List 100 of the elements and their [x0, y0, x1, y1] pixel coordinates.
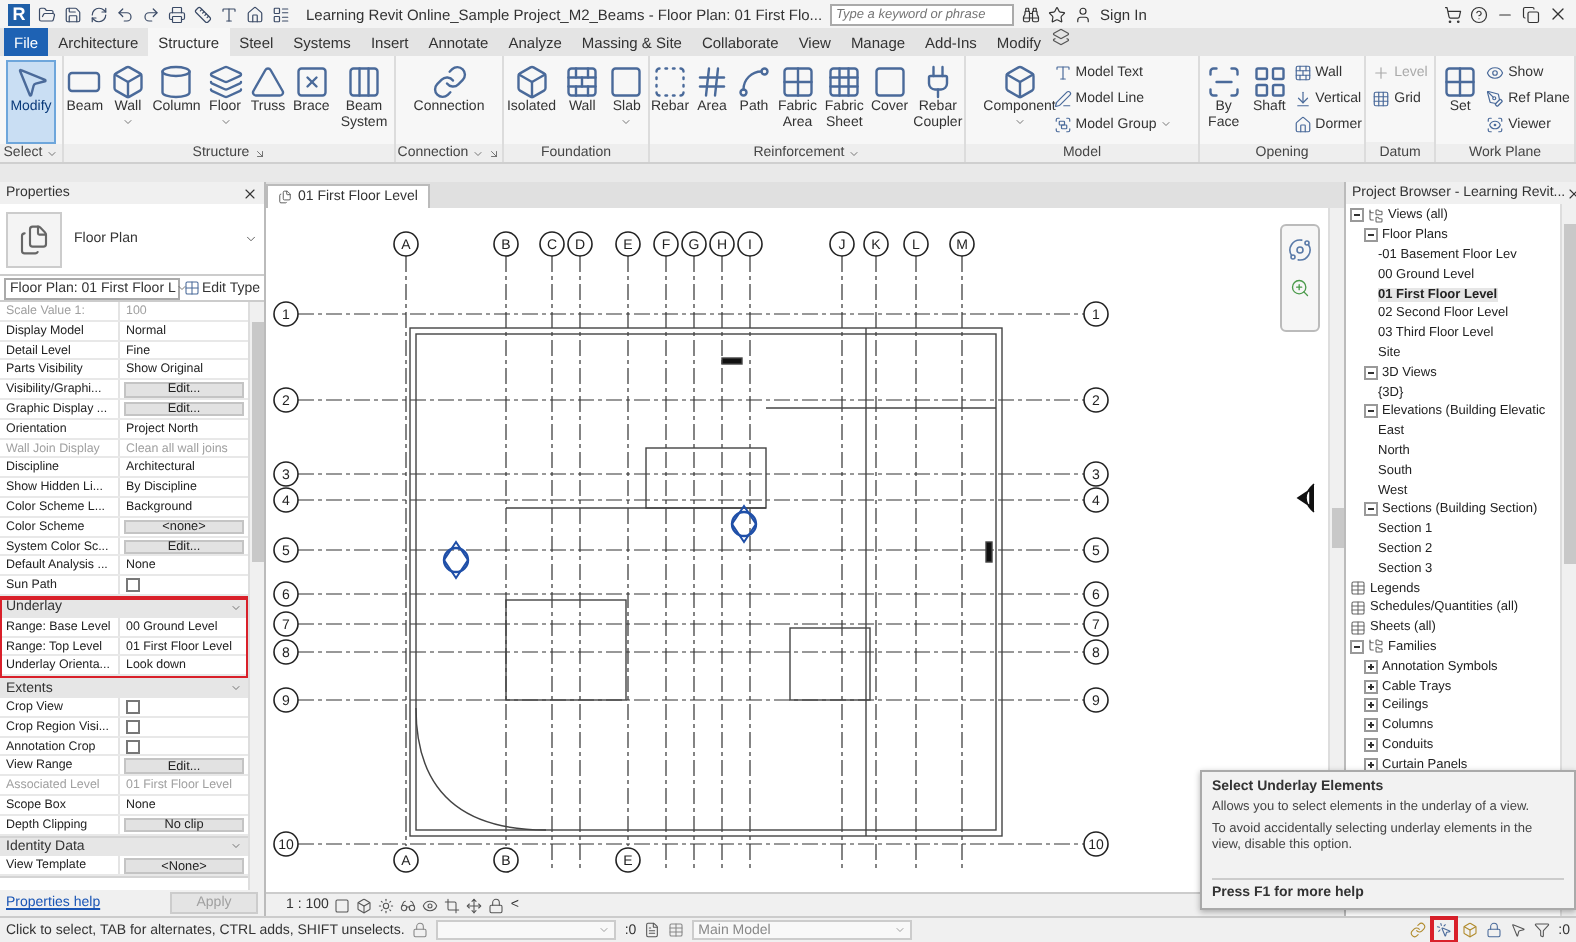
expand-icon[interactable] [1364, 698, 1378, 713]
lock-icon[interactable] [488, 897, 505, 913]
grid-icon [1442, 64, 1479, 100]
glasses-icon[interactable] [400, 897, 417, 913]
group-icon [1053, 115, 1072, 133]
sync-icon[interactable] [90, 5, 108, 23]
expand-icon[interactable] [1364, 737, 1378, 752]
scan-icon [1205, 64, 1242, 100]
navigation-bar[interactable] [1280, 224, 1320, 332]
table-icon [1350, 619, 1366, 636]
eye-icon[interactable] [422, 897, 439, 913]
caret-icon [1160, 118, 1173, 130]
binoculars-icon[interactable] [1022, 5, 1041, 23]
app-logo[interactable]: R [8, 3, 30, 25]
pen-icon [1053, 89, 1072, 107]
close-icon[interactable] [242, 185, 258, 201]
caret-icon [894, 924, 907, 936]
layers-icon [207, 64, 244, 100]
crossed-square-icon [293, 64, 330, 100]
folder-tree-icon [1368, 207, 1384, 224]
collapse-icon[interactable] [1350, 208, 1364, 223]
lock-icon[interactable] [1486, 922, 1503, 938]
redo-icon[interactable] [142, 5, 160, 23]
steering-wheel-icon[interactable] [1288, 238, 1312, 262]
box-icon [109, 64, 146, 100]
caret-icon [598, 924, 611, 936]
checkbox[interactable] [126, 699, 140, 714]
ruler-icon[interactable] [194, 5, 212, 23]
folder-tree-icon [1368, 638, 1384, 655]
cylinder-icon [158, 64, 195, 100]
caret-icon [121, 115, 134, 127]
house-icon[interactable] [246, 5, 264, 23]
spline-icon [736, 64, 772, 100]
document-icon[interactable] [644, 922, 661, 938]
link-icon [431, 64, 467, 100]
box-icon[interactable] [356, 897, 373, 913]
collapse-icon[interactable] [1364, 502, 1378, 517]
print-icon[interactable] [168, 5, 186, 23]
floor-plan-icon [18, 223, 50, 255]
box-icon [1001, 64, 1038, 100]
caret-icon [219, 115, 232, 127]
collapse-icon[interactable] [1364, 228, 1378, 243]
box-icon [513, 64, 550, 100]
square-icon [608, 64, 645, 100]
caret-icon [620, 115, 633, 127]
save-icon[interactable] [64, 5, 82, 23]
eye-icon [1486, 115, 1505, 133]
cart-icon[interactable] [1444, 5, 1462, 23]
elevation-marker-icon [1297, 483, 1315, 513]
elevation-marker-icon [442, 540, 470, 580]
dialog-launcher-icon[interactable] [253, 147, 266, 159]
sun-icon[interactable] [378, 897, 395, 913]
user-icon[interactable] [1074, 5, 1093, 23]
house-icon [1293, 115, 1312, 133]
collapse-icon[interactable] [1364, 365, 1378, 380]
list-icon[interactable] [272, 5, 290, 23]
open-folder-icon[interactable] [38, 5, 56, 23]
floor-plan-icon [278, 190, 292, 204]
checkbox[interactable] [126, 739, 140, 754]
plus-icon [1372, 63, 1391, 81]
caret-icon[interactable] [244, 232, 258, 246]
pointer-icon[interactable] [1510, 922, 1527, 938]
zoom-icon[interactable] [1290, 278, 1310, 298]
brick-wall-icon [1293, 63, 1312, 81]
close-icon[interactable] [1548, 4, 1568, 24]
grid-icon [1251, 64, 1288, 100]
grid-icon [183, 280, 200, 296]
triangle-icon [250, 64, 286, 100]
grid-icon [826, 64, 863, 100]
brick-wall-icon [564, 64, 601, 100]
expand-icon[interactable] [1364, 659, 1378, 674]
dialog-launcher-icon[interactable] [488, 147, 501, 159]
text-icon[interactable] [220, 5, 238, 23]
scrollbar[interactable] [248, 302, 264, 890]
checkbox[interactable] [126, 578, 140, 593]
checkbox[interactable] [126, 719, 140, 734]
expand-icon[interactable] [1364, 718, 1378, 733]
undo-icon[interactable] [116, 5, 134, 23]
select-underlay-button[interactable] [1434, 920, 1455, 940]
collapse-icon[interactable] [1350, 639, 1364, 654]
expand-icon[interactable] [1364, 757, 1378, 772]
help-icon[interactable] [1470, 5, 1488, 23]
caret-icon [175, 282, 188, 294]
link-icon[interactable] [1410, 922, 1427, 938]
dashed-square-icon [652, 64, 688, 100]
expand-icon[interactable] [1364, 679, 1378, 694]
text-icon [1053, 63, 1072, 81]
crop-icon[interactable] [444, 897, 461, 913]
filter-icon[interactable] [1534, 922, 1551, 938]
box-icon[interactable] [1462, 922, 1479, 938]
pointer-icon [13, 64, 49, 100]
star-icon[interactable] [1048, 5, 1067, 23]
eye-icon [1486, 63, 1505, 81]
move-icon[interactable] [466, 897, 483, 913]
layers-icon[interactable] [1051, 28, 1069, 46]
columns-icon [345, 64, 382, 100]
restore-icon[interactable] [1522, 5, 1540, 23]
lock-icon[interactable] [412, 922, 429, 938]
hash-icon [694, 64, 730, 100]
collapse-icon[interactable] [1364, 404, 1378, 419]
